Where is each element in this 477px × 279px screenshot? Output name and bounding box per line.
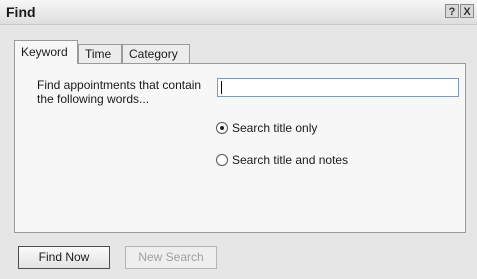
radio-search-title-and-notes[interactable]: Search title and notes <box>216 152 348 168</box>
close-icon[interactable]: X <box>460 4 474 18</box>
search-words-input[interactable] <box>217 78 459 97</box>
new-search-button[interactable]: New Search <box>125 246 217 269</box>
text-caret <box>221 81 222 94</box>
radio-label-title-only: Search title only <box>232 121 318 135</box>
find-dialog: Find ? X Keyword Time Category Find appo… <box>0 0 477 279</box>
radio-selected-icon[interactable] <box>216 122 228 134</box>
radio-label-title-and-notes: Search title and notes <box>232 153 349 167</box>
radio-unselected-icon[interactable] <box>216 154 228 166</box>
find-words-label: Find appointments that contain the follo… <box>37 78 202 106</box>
radio-search-title-only[interactable]: Search title only <box>216 120 317 136</box>
dialog-title: Find <box>6 4 36 20</box>
title-bar: Find ? X <box>0 0 477 25</box>
keyword-panel: Find appointments that contain the follo… <box>14 63 466 233</box>
button-bar: Find Now New Search <box>0 238 477 279</box>
tab-category[interactable]: Category <box>122 44 190 63</box>
tab-time[interactable]: Time <box>78 44 122 63</box>
find-now-button[interactable]: Find Now <box>18 246 110 269</box>
tab-keyword[interactable]: Keyword <box>14 40 78 64</box>
help-icon[interactable]: ? <box>445 4 459 18</box>
